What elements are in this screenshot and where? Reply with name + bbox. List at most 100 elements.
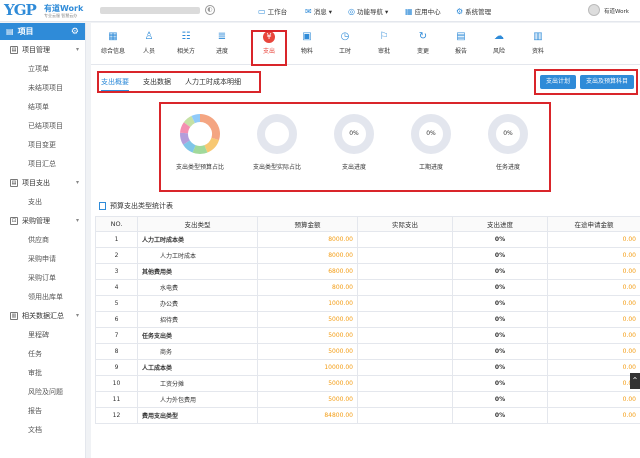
- table-row[interactable]: 11 人力外包费用 5000.00 0% 0.00: [95, 391, 640, 408]
- gauge-0: 支出类型预算占比: [164, 112, 236, 187]
- sidebar: ▤ 项目 ⚙ ▤ 项目管理 ▾ 立项单 未结项项目 结项单 已结项项目 项目变更 项…: [0, 23, 86, 458]
- module-box[interactable]: ▣ 物料: [289, 27, 325, 63]
- sidebar-title: 项目: [17, 27, 34, 36]
- cell-pending: 0.00: [547, 375, 640, 392]
- module-stakeholder[interactable]: ☷ 相关方: [168, 27, 204, 63]
- cell-actual: [357, 263, 453, 280]
- nav-messages[interactable]: ✉ 消息 ▾: [305, 5, 332, 17]
- module-progress[interactable]: ≣ 进度: [204, 27, 240, 63]
- module-cloud-risk[interactable]: ☁ 风险: [481, 27, 517, 63]
- expense-plan-button[interactable]: 支出计划: [540, 75, 576, 89]
- sidebar-item[interactable]: 审批: [0, 363, 85, 382]
- module-expense[interactable]: ¥ 支出: [251, 27, 287, 63]
- cell-progress: 0%: [452, 247, 548, 264]
- nav-app-center[interactable]: ▦ 应用中心: [405, 5, 441, 17]
- sidebar-group-project-expense[interactable]: ▤ 项目支出 ▾: [0, 173, 85, 192]
- sidebar-group-project-mgmt[interactable]: ▤ 项目管理 ▾: [0, 40, 85, 59]
- cell-no: 12: [95, 407, 138, 424]
- cell-progress: 0%: [452, 343, 548, 360]
- sidebar-item[interactable]: 结项单: [0, 97, 85, 116]
- module-person[interactable]: ♙ 人员: [131, 27, 167, 63]
- tab-labor-cost-detail[interactable]: 人力工时成本明细: [185, 77, 241, 87]
- sidebar-item[interactable]: 项目汇总: [0, 154, 85, 173]
- sidebar-item[interactable]: 未结项项目: [0, 78, 85, 97]
- table-row[interactable]: 2 人力工时成本 8000.00 0% 0.00: [95, 247, 640, 264]
- nav-system-admin[interactable]: ⚙ 系统管理: [456, 5, 491, 17]
- back-to-top-button[interactable]: ⌃: [630, 373, 640, 389]
- sidebar-item[interactable]: 立项单: [0, 59, 85, 78]
- cell-pending: 0.00: [547, 407, 640, 424]
- sidebar-item[interactable]: 任务: [0, 344, 85, 363]
- module-label: 变更: [416, 48, 429, 55]
- sidebar-item[interactable]: 采购订单: [0, 268, 85, 287]
- column-header: 支出类型: [137, 216, 258, 232]
- nav-function-guide[interactable]: ◎ 功能导航 ▾: [348, 5, 388, 17]
- user-name[interactable]: 有道Work: [604, 7, 629, 15]
- cell-type: 商务: [137, 343, 258, 360]
- table-row[interactable]: 6 招待费 5000.00 0% 0.00: [95, 311, 640, 328]
- sidebar-item[interactable]: 支出: [0, 192, 85, 211]
- cell-pending: 0.00: [547, 359, 640, 376]
- gauge-label: 支出类型预算占比: [175, 164, 224, 171]
- table-row[interactable]: 7 任务支出类 5000.00 0% 0.00: [95, 327, 640, 344]
- brand-logo[interactable]: YGP 有道Work 专业云服 智慧云办: [4, 1, 96, 21]
- sidebar-group-purchasing[interactable]: ⊡ 采购管理 ▾: [0, 211, 85, 230]
- module-refresh[interactable]: ↻ 变更: [405, 27, 441, 63]
- table-row[interactable]: 3 其他费用类 6800.00 0% 0.00: [95, 263, 640, 280]
- sidebar-item[interactable]: 报告: [0, 401, 85, 420]
- table-row[interactable]: 12 费用支出类型 84800.00 0% 0.00: [95, 407, 640, 424]
- module-document[interactable]: ▥ 资料: [520, 27, 556, 63]
- cell-budget: 84800.00: [257, 407, 358, 424]
- expense-budget-subject-button[interactable]: 支出及预算科目: [580, 75, 634, 89]
- cell-no: 2: [95, 247, 138, 264]
- avatar[interactable]: [588, 4, 600, 16]
- nav-workbench[interactable]: ▭ 工作台: [258, 5, 287, 17]
- pie-slice: [180, 132, 191, 145]
- chart-icon: ▥: [10, 311, 18, 320]
- table-row[interactable]: 8 商务 5000.00 0% 0.00: [95, 343, 640, 360]
- tab-expense-overview[interactable]: 支出概要: [101, 77, 129, 91]
- cell-progress: 0%: [452, 295, 548, 312]
- table-header-row: NO. 支出类型 预算金额 实际支出 支出进度 在途申请金额: [95, 216, 640, 232]
- table-row[interactable]: 4 水电费 800.00 0% 0.00: [95, 279, 640, 296]
- cell-no: 9: [95, 359, 138, 376]
- ring-track: [257, 114, 297, 154]
- sidebar-item[interactable]: 已结项项目: [0, 116, 85, 135]
- cell-pending: 0.00: [547, 247, 640, 264]
- table-row[interactable]: 9 人工成本类 10000.00 0% 0.00: [95, 359, 640, 376]
- sidebar-item[interactable]: 风险及问题: [0, 382, 85, 401]
- refresh-icon: ↻: [418, 31, 428, 42]
- pie-slice: [192, 145, 208, 154]
- cell-type: 水电费: [137, 279, 258, 296]
- stakeholder-icon: ☷: [181, 31, 191, 42]
- sidebar-item[interactable]: 项目变更: [0, 135, 85, 154]
- sidebar-item[interactable]: 领用出库单: [0, 287, 85, 306]
- sidebar-item[interactable]: 采购申请: [0, 249, 85, 268]
- gauge-4: 0% 任务进度: [472, 112, 544, 187]
- module-report[interactable]: ▤ 报告: [443, 27, 479, 63]
- sidebar-item[interactable]: 文档: [0, 420, 85, 439]
- cell-actual: [357, 295, 453, 312]
- cell-budget: 5000.00: [257, 375, 358, 392]
- table-row[interactable]: 10工资分摊5000.00 0%0.00: [95, 375, 640, 392]
- sidebar-item[interactable]: 供应商: [0, 230, 85, 249]
- chevron-down-icon: ▾: [75, 46, 79, 53]
- gauge-label: 任务进度: [495, 164, 520, 171]
- main-content: ▦ 综合信息 ♙ 人员 ☷ 相关方 ≣ 进度 ¥ 支出 ▣ 物料 ◷ 工时 ⚐ 审批 ↻ 变更 ▤ 报告 ☁ 风险 ▥ 资料 …: [91, 23, 640, 458]
- sidebar-header: ▤ 项目 ⚙: [0, 23, 85, 40]
- budget-expense-table: NO. 支出类型 预算金额 实际支出 支出进度 在途申请金额 1 人力工时成本类 8000.0…: [95, 216, 640, 424]
- budget-type-pie: [180, 114, 220, 154]
- module-grid[interactable]: ▦ 综合信息: [95, 27, 131, 63]
- gear-icon[interactable]: ⚙: [71, 27, 79, 37]
- table-row[interactable]: 1 人力工时成本类 8000.00 0% 0.00: [95, 231, 640, 248]
- cart-icon: ⊡: [10, 216, 18, 225]
- table-row[interactable]: 5 办公费 1000.00 0% 0.00: [95, 295, 640, 312]
- account-switch-icon[interactable]: ◐: [205, 5, 215, 15]
- cell-type: 其他费用类: [137, 263, 258, 280]
- sidebar-item[interactable]: 里程碑: [0, 325, 85, 344]
- sidebar-group-data-summary[interactable]: ▥ 相关数据汇总 ▾: [0, 306, 85, 325]
- module-clock[interactable]: ◷ 工时: [327, 27, 363, 63]
- cell-pending: 0.00: [547, 391, 640, 408]
- tab-expense-data[interactable]: 支出数据: [143, 77, 171, 87]
- module-stamp[interactable]: ⚐ 审批: [366, 27, 402, 63]
